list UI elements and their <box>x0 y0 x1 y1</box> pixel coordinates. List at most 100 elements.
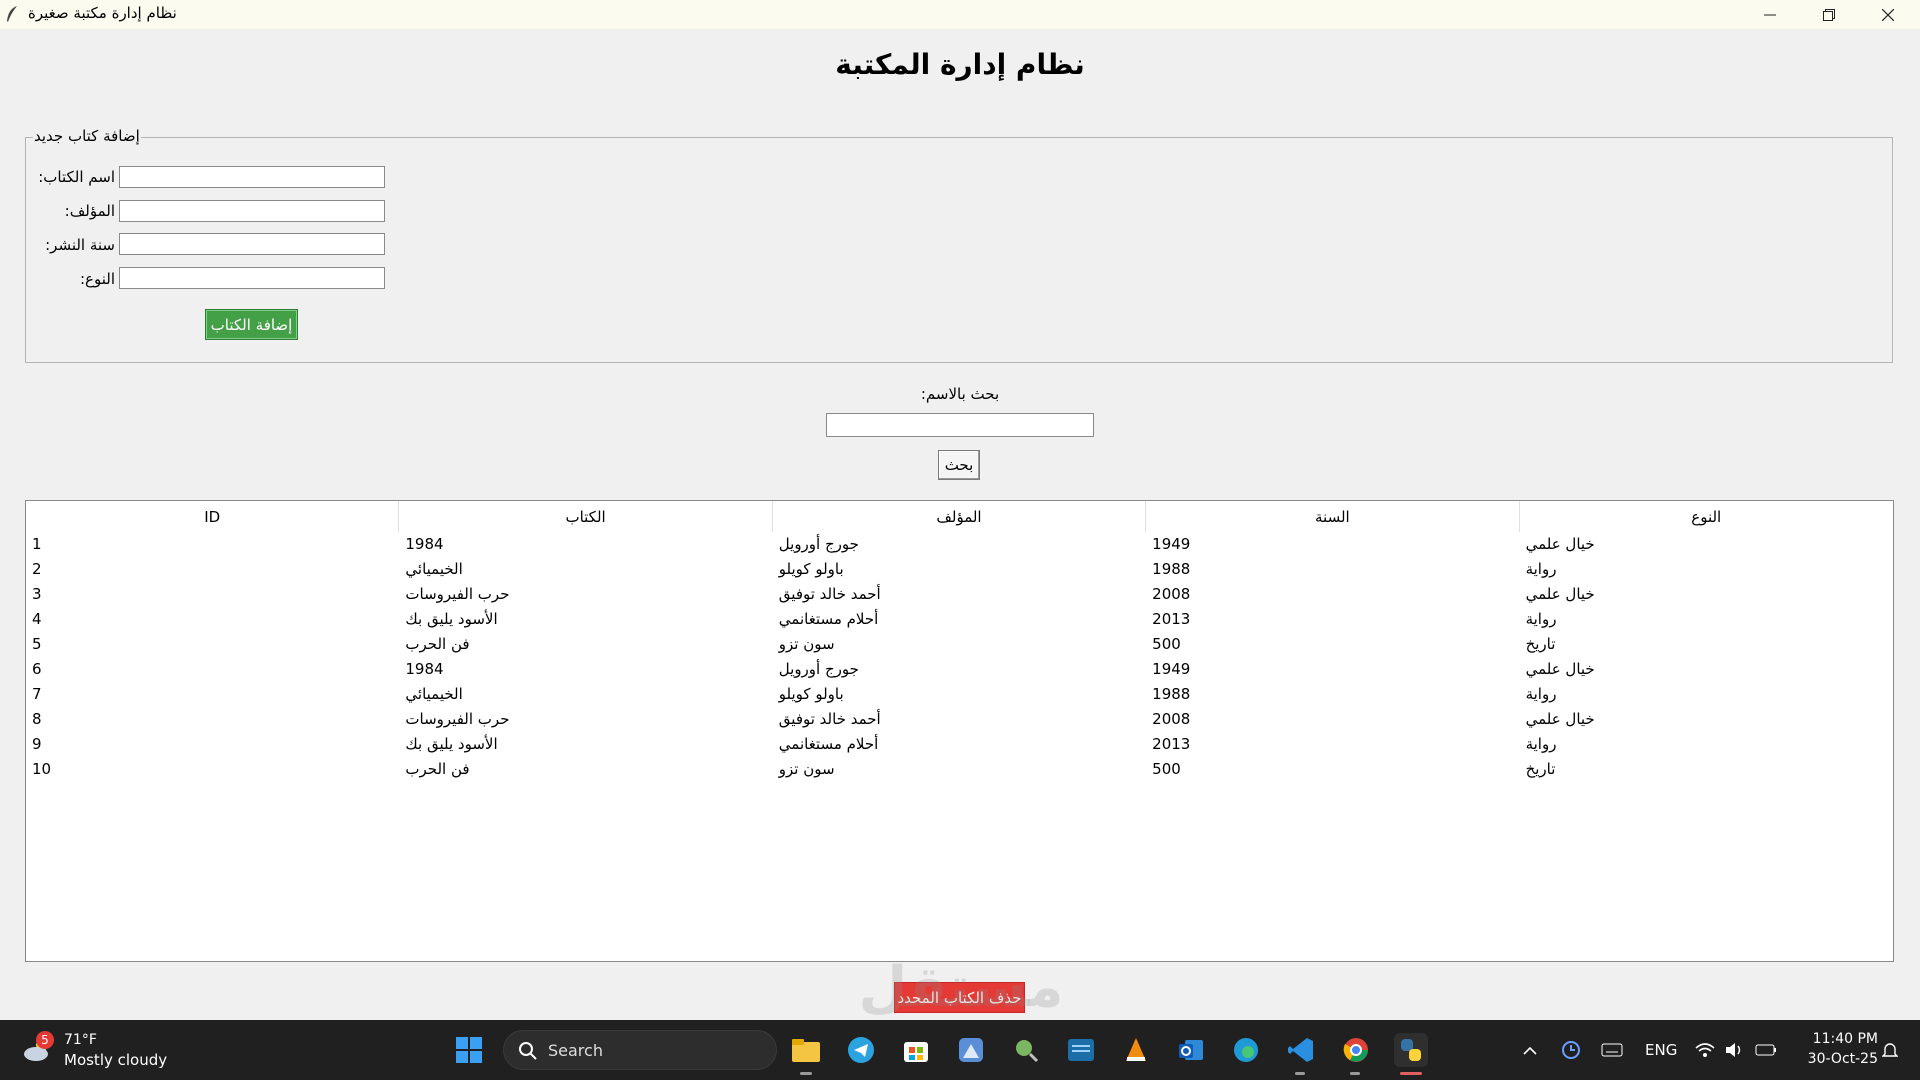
search-icon <box>519 1042 537 1060</box>
running-indicator <box>800 1072 812 1075</box>
table-cell-author: جورج أورويل <box>778 535 859 553</box>
file-explorer-icon[interactable] <box>789 1033 823 1067</box>
table-cell-year: 1988 <box>1152 560 1191 578</box>
wifi-icon <box>1695 1043 1715 1057</box>
battery-button[interactable] <box>1755 1020 1777 1080</box>
column-header-year[interactable]: السنة <box>1146 501 1520 532</box>
touch-keyboard[interactable] <box>1601 1020 1623 1080</box>
table-cell-year: 500 <box>1152 635 1181 653</box>
minimize-icon <box>1764 14 1776 15</box>
column-header-id[interactable]: ID <box>26 501 400 532</box>
window-title-bar[interactable]: نظام إدارة مكتبة صغيرة <box>0 0 1920 29</box>
running-indicator <box>1295 1072 1305 1075</box>
keyboard-icon <box>1601 1043 1623 1057</box>
start-button[interactable] <box>452 1033 486 1067</box>
table-cell-genre: خيال علمي <box>1525 585 1595 603</box>
table-cell-genre: تاريخ <box>1525 635 1556 653</box>
search-input[interactable] <box>826 413 1094 437</box>
table-row[interactable]: 6 1984 جورج أورويل 1949 خيال علمي <box>26 657 1893 682</box>
windows-icon <box>456 1037 482 1063</box>
table-row[interactable]: 8 حرب الفيروسات أحمد خالد توفيق 2008 خيال عل… <box>26 707 1893 732</box>
table-cell-book: 1984 <box>405 535 444 553</box>
table-cell-id: 10 <box>32 760 52 778</box>
author-label: :المؤلف <box>64 202 115 220</box>
column-header-author[interactable]: المؤلف <box>773 501 1147 532</box>
table-row[interactable]: 2 الخيميائي باولو كويلو 1988 رواية <box>26 557 1893 582</box>
taskbar-date[interactable]: 30-Oct-25 <box>1802 1051 1878 1067</box>
table-cell-book: فن الحرب <box>405 635 470 653</box>
app-icon-blue[interactable] <box>954 1033 988 1067</box>
column-header-genre[interactable]: النوع <box>1520 501 1893 532</box>
table-header: ID الكتاب المؤلف السنة النوع <box>26 501 1893 532</box>
table-cell-author: سون تزو <box>778 635 835 653</box>
store-icon[interactable] <box>899 1033 933 1067</box>
year-input[interactable] <box>119 233 385 255</box>
table-cell-author: باولو كويلو <box>778 685 844 703</box>
table-row[interactable]: 4 الأسود يليق بك أحلام مستغانمي 2013 رواية <box>26 607 1893 632</box>
search-button[interactable]: بحث <box>938 450 980 480</box>
network-button[interactable] <box>1695 1020 1715 1080</box>
telegram-icon[interactable] <box>844 1033 878 1067</box>
show-hidden-icons[interactable] <box>1523 1020 1537 1080</box>
genre-label: :النوع <box>79 270 115 288</box>
add-book-button[interactable]: إضافة الكتاب <box>205 309 298 340</box>
books-table[interactable]: ID الكتاب المؤلف السنة النوع 1 1984 جورج أ… <box>25 500 1894 962</box>
volume-button[interactable] <box>1725 1020 1745 1080</box>
table-cell-id: 8 <box>32 710 42 728</box>
table-cell-year: 2013 <box>1152 610 1191 628</box>
book-name-input[interactable] <box>119 166 385 188</box>
table-cell-id: 3 <box>32 585 42 603</box>
table-cell-id: 6 <box>32 660 42 678</box>
table-cell-year: 1988 <box>1152 685 1191 703</box>
table-cell-author: أحمد خالد توفيق <box>778 585 881 603</box>
table-cell-genre: رواية <box>1525 610 1557 628</box>
weather-widget[interactable]: 5 71°F Mostly cloudy <box>20 1030 180 1070</box>
table-cell-book: الخيميائي <box>405 685 463 703</box>
tray-app[interactable] <box>1561 1020 1581 1080</box>
notifications-button[interactable] <box>1882 1020 1898 1080</box>
cisco-icon[interactable] <box>1064 1033 1098 1067</box>
taskbar-time[interactable]: 11:40 PM <box>1802 1031 1878 1047</box>
table-cell-id: 7 <box>32 685 42 703</box>
vlc-icon[interactable] <box>1119 1033 1153 1067</box>
table-cell-author: سون تزو <box>778 760 835 778</box>
table-cell-author: أحلام مستغانمي <box>778 735 879 753</box>
table-cell-id: 2 <box>32 560 42 578</box>
restore-button[interactable] <box>1801 0 1857 29</box>
table-cell-author: جورج أورويل <box>778 660 859 678</box>
column-header-book[interactable]: الكتاب <box>399 501 773 532</box>
minimize-button[interactable] <box>1742 0 1798 29</box>
table-row[interactable]: 3 حرب الفيروسات أحمد خالد توفيق 2008 خيال عل… <box>26 582 1893 607</box>
python-app-icon[interactable] <box>1394 1033 1428 1067</box>
outlook-icon[interactable] <box>1174 1033 1208 1067</box>
table-cell-book: الأسود يليق بك <box>405 610 498 628</box>
bell-icon <box>1882 1043 1898 1057</box>
table-cell-id: 1 <box>32 535 42 553</box>
language-indicator[interactable]: ENG <box>1645 1020 1677 1080</box>
table-row[interactable]: 10 فن الحرب سون تزو 500 تاريخ <box>26 757 1893 782</box>
table-row[interactable]: 1 1984 جورج أورويل 1949 خيال علمي <box>26 532 1893 557</box>
app-icon-magnifier[interactable] <box>1009 1033 1043 1067</box>
chrome-icon[interactable] <box>1339 1033 1373 1067</box>
table-row[interactable]: 9 الأسود يليق بك أحلام مستغانمي 2013 رواية <box>26 732 1893 757</box>
table-cell-genre: رواية <box>1525 685 1557 703</box>
year-label: :سنة النشر <box>45 236 115 254</box>
author-input[interactable] <box>119 200 385 222</box>
clock-app-icon <box>1562 1041 1580 1059</box>
battery-icon <box>1755 1044 1776 1056</box>
search-label: :بحث بالاسم <box>920 385 1000 403</box>
delete-selected-button[interactable]: حذف الكتاب المحدد <box>894 982 1025 1013</box>
genre-input[interactable] <box>119 267 385 289</box>
close-icon <box>1882 8 1894 21</box>
table-cell-book: حرب الفيروسات <box>405 710 510 728</box>
taskbar-search[interactable]: Search <box>503 1030 777 1070</box>
weather-desc: Mostly cloudy <box>64 1051 168 1069</box>
edge-icon[interactable] <box>1229 1033 1263 1067</box>
table-row[interactable]: 7 الخيميائي باولو كويلو 1988 رواية <box>26 682 1893 707</box>
close-button[interactable] <box>1860 0 1916 29</box>
restore-icon <box>1823 8 1835 21</box>
vscode-icon[interactable] <box>1284 1033 1318 1067</box>
table-row[interactable]: 5 فن الحرب سون تزو 500 تاريخ <box>26 632 1893 657</box>
taskbar-search-placeholder: Search <box>548 1041 603 1060</box>
weather-temp: 71°F <box>64 1032 97 1048</box>
